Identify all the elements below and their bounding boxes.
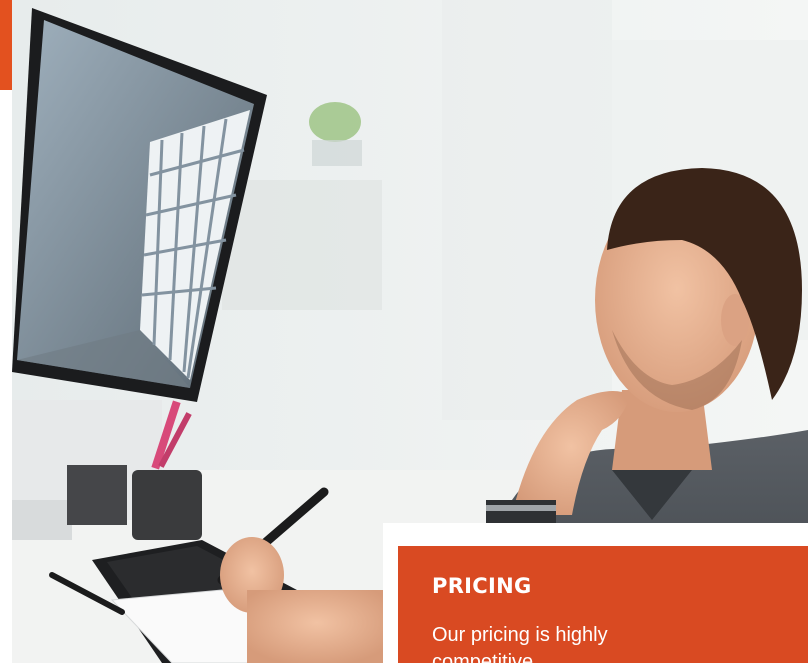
hero-section: PRICING Our pricing is highly competitiv…: [0, 0, 808, 663]
pricing-card-panel: PRICING Our pricing is highly competitiv…: [398, 546, 808, 663]
pricing-description: Our pricing is highly competitive: [432, 624, 608, 663]
pricing-card: PRICING Our pricing is highly competitiv…: [383, 523, 808, 663]
pricing-title: PRICING: [432, 574, 532, 598]
